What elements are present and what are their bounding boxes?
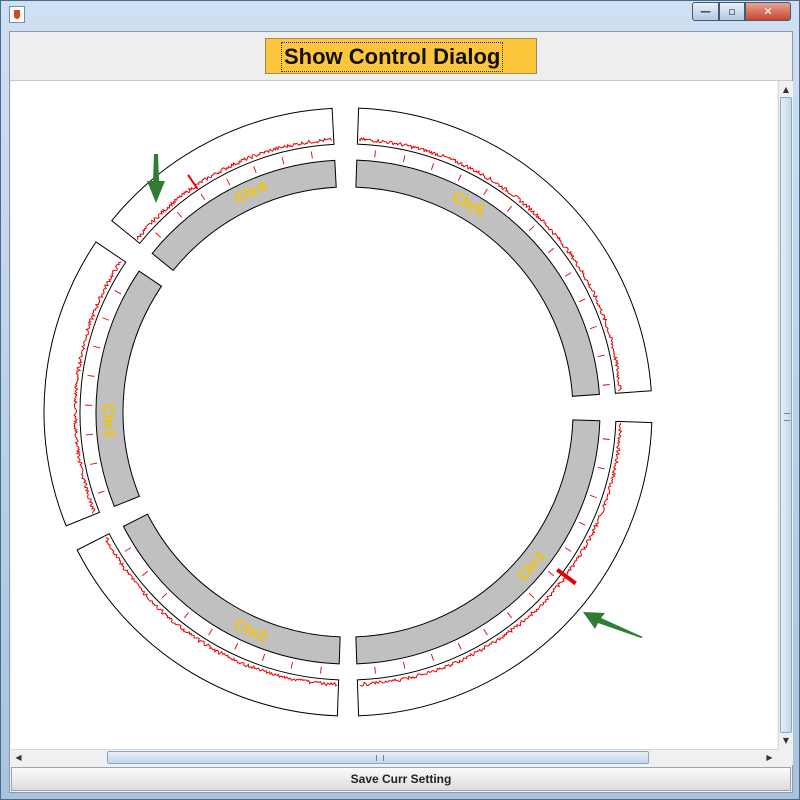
show-control-dialog-label: Show Control Dialog bbox=[281, 42, 504, 72]
scroll-up-arrow-icon[interactable]: ▲ bbox=[780, 82, 792, 97]
tick-mark bbox=[457, 642, 462, 650]
tick-mark bbox=[402, 661, 406, 669]
tick-mark bbox=[161, 592, 168, 599]
tick-mark bbox=[234, 642, 239, 650]
tick-mark bbox=[457, 174, 462, 182]
scrollbar-corner bbox=[778, 749, 793, 765]
tick-mark bbox=[578, 521, 586, 526]
tick-mark bbox=[87, 374, 95, 377]
data-track[interactable] bbox=[76, 532, 340, 717]
tick-mark bbox=[93, 345, 101, 349]
tick-mark bbox=[402, 155, 406, 163]
tick-mark bbox=[564, 272, 572, 277]
ideogram-band[interactable] bbox=[355, 159, 600, 397]
tick-mark bbox=[528, 225, 535, 232]
tick-mark bbox=[589, 325, 597, 330]
left-arrow-icon bbox=[583, 612, 643, 638]
tick-mark bbox=[226, 178, 231, 186]
tick-mark bbox=[114, 290, 122, 295]
tick-mark bbox=[507, 612, 513, 619]
tick-mark bbox=[183, 612, 189, 619]
tick-mark bbox=[261, 653, 266, 661]
tick-mark bbox=[200, 193, 206, 201]
chromosome-label: Chr3 bbox=[99, 403, 117, 438]
horizontal-scroll-thumb[interactable] bbox=[107, 751, 649, 764]
tick-mark bbox=[208, 628, 213, 636]
circular-genome-plot: Chr1Chr2 Chr3 Chr4 Chr5 bbox=[43, 107, 653, 717]
tick-mark bbox=[141, 571, 148, 577]
chromosome-chr2[interactable]: Chr2 bbox=[76, 513, 341, 717]
save-curr-setting-button[interactable]: Save Curr Setting bbox=[11, 767, 791, 791]
tick-mark bbox=[578, 298, 586, 303]
tick-mark bbox=[320, 666, 322, 674]
tick-mark bbox=[281, 157, 285, 165]
tick-mark bbox=[430, 163, 435, 171]
minimize-button[interactable]: — bbox=[692, 2, 719, 21]
horizontal-scrollbar[interactable]: ◀ ▶ bbox=[11, 749, 778, 765]
show-control-dialog-button[interactable]: Show Control Dialog bbox=[265, 38, 537, 74]
tick-mark bbox=[430, 653, 435, 661]
scroll-down-arrow-icon[interactable]: ▼ bbox=[780, 733, 792, 748]
scroll-right-arrow-icon[interactable]: ▶ bbox=[762, 750, 777, 765]
tick-mark bbox=[483, 628, 488, 636]
data-track[interactable] bbox=[356, 420, 653, 717]
tick-mark bbox=[602, 438, 610, 440]
grip-icon bbox=[784, 413, 790, 421]
scroll-left-arrow-icon[interactable]: ◀ bbox=[11, 750, 26, 765]
tick-mark bbox=[597, 354, 605, 358]
tick-mark bbox=[85, 433, 94, 436]
title-bar[interactable]: — ▫ ✕ bbox=[1, 1, 799, 29]
vertical-scrollbar[interactable]: ▲ ▼ bbox=[778, 81, 793, 749]
tick-mark bbox=[90, 462, 98, 465]
chromosome-chr4[interactable]: Chr4 bbox=[111, 107, 337, 272]
tick-mark bbox=[310, 151, 313, 159]
tick-mark bbox=[589, 494, 597, 499]
tick-mark bbox=[507, 205, 513, 212]
tick-mark bbox=[548, 571, 555, 577]
tick-mark bbox=[374, 666, 376, 674]
tick-mark bbox=[253, 166, 257, 174]
app-window: — ▫ ✕ Show Control Dialog Chr1 Chr2 Chr3 Ch… bbox=[0, 0, 800, 800]
chromosome-chr1[interactable]: Chr1 bbox=[355, 419, 653, 717]
close-button[interactable]: ✕ bbox=[745, 2, 791, 21]
vertical-scroll-thumb[interactable] bbox=[780, 97, 792, 733]
tick-mark bbox=[290, 661, 294, 669]
content-pane: Show Control Dialog Chr1 Chr2 Chr3 Chr4 Chr5… bbox=[9, 31, 793, 793]
circos-canvas[interactable]: Chr1 Chr2 Chr3 Chr4 Chr5 bbox=[11, 81, 777, 749]
ideogram-band[interactable] bbox=[95, 270, 163, 508]
tick-mark bbox=[124, 547, 132, 552]
maximize-button[interactable]: ▫ bbox=[719, 2, 745, 21]
tick-mark bbox=[102, 317, 110, 321]
toolbar: Show Control Dialog bbox=[10, 32, 792, 81]
tick-mark bbox=[374, 150, 376, 158]
tick-mark bbox=[176, 211, 183, 218]
grip-icon bbox=[376, 755, 384, 761]
chromosome-chr3[interactable]: Chr3 bbox=[43, 241, 163, 527]
tick-mark bbox=[155, 232, 162, 238]
tick-mark bbox=[528, 592, 535, 599]
tick-mark bbox=[548, 247, 555, 253]
tick-mark bbox=[483, 188, 488, 196]
tick-mark bbox=[564, 547, 572, 552]
tick-mark bbox=[97, 490, 105, 494]
java-cup-icon bbox=[9, 6, 25, 23]
chromosome-chr5[interactable]: Chr5 bbox=[355, 107, 652, 397]
tick-mark bbox=[597, 466, 605, 470]
tick-mark bbox=[602, 384, 610, 386]
